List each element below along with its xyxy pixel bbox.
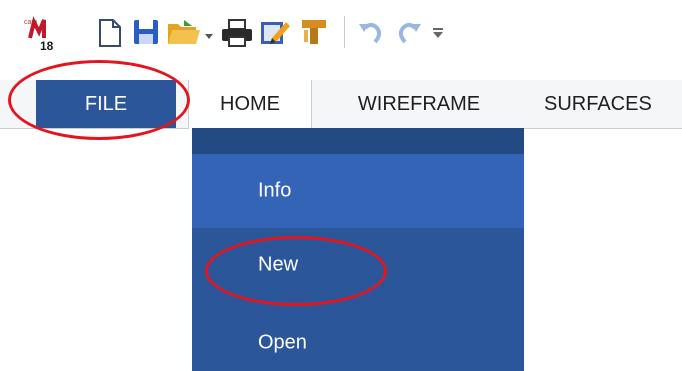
customize-toolbar-icon[interactable] (432, 26, 444, 38)
menu-item-label: Info (258, 179, 292, 202)
tab-surfaces[interactable]: SURFACES (520, 80, 682, 128)
redo-icon[interactable] (395, 18, 423, 46)
edit-icon[interactable] (258, 16, 292, 48)
menu-item-open[interactable]: Open (192, 314, 524, 371)
app-logo-version: 18 (40, 39, 54, 52)
print-icon[interactable] (220, 18, 254, 48)
app-logo-icon[interactable]: cam 18 (22, 14, 60, 53)
properties-icon[interactable] (298, 16, 330, 48)
tab-file[interactable]: FILE (36, 80, 176, 128)
quick-access-toolbar: cam 18 (0, 0, 682, 66)
menu-item-label: New (258, 253, 299, 276)
file-backstage-menu: Info New Open (192, 128, 524, 371)
menu-back-strip (192, 128, 524, 154)
new-document-icon[interactable] (97, 18, 123, 48)
tab-wireframe[interactable]: WIREFRAME (324, 80, 514, 128)
menu-item-label: Open (258, 331, 307, 353)
save-icon[interactable] (132, 18, 160, 46)
menu-item-info[interactable]: Info (192, 154, 524, 228)
menu-item-new[interactable]: New (192, 228, 524, 302)
undo-icon[interactable] (357, 18, 385, 46)
tab-home[interactable]: HOME (188, 80, 312, 129)
dropdown-arrow-icon[interactable] (204, 28, 214, 39)
open-folder-icon[interactable] (166, 16, 202, 48)
toolbar-separator (344, 16, 345, 48)
